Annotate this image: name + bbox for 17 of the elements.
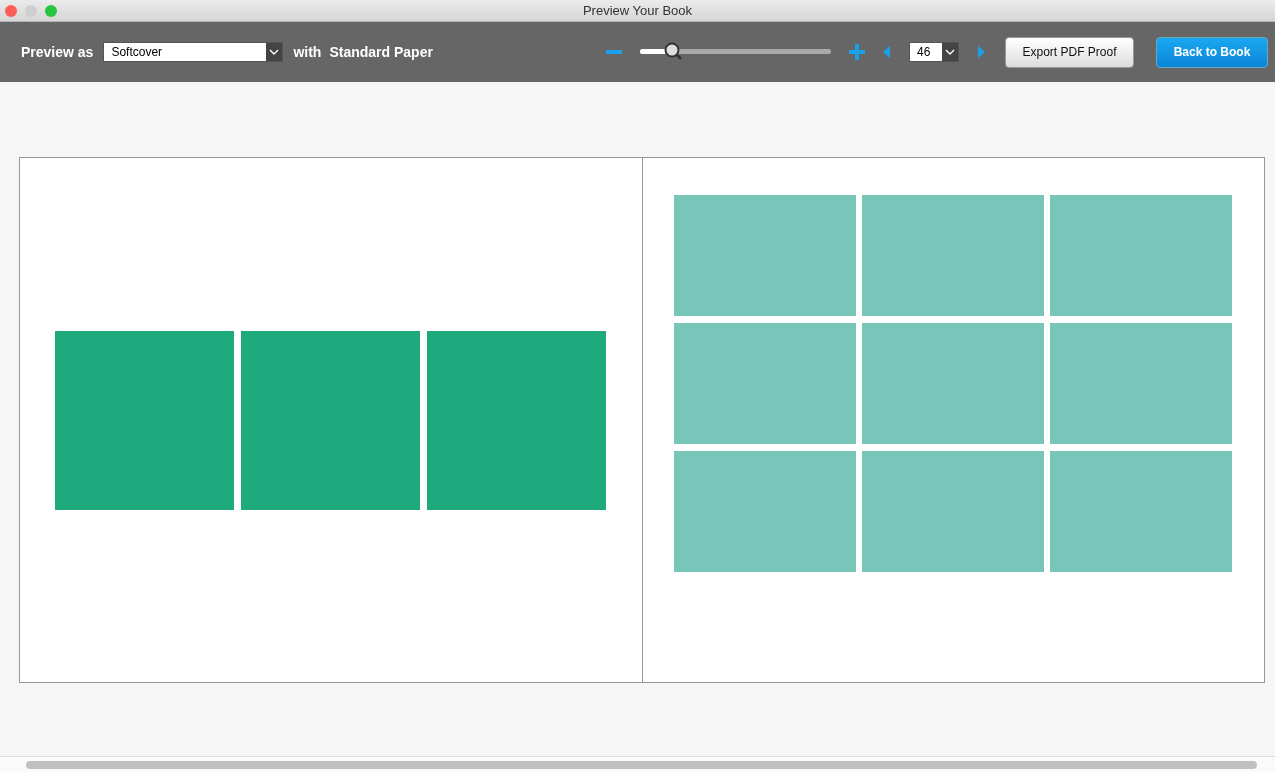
close-button[interactable] bbox=[5, 5, 17, 17]
with-label: with bbox=[293, 44, 322, 60]
previous-page-icon[interactable] bbox=[883, 46, 891, 58]
zoom-button[interactable] bbox=[45, 5, 57, 17]
window-title: Preview Your Book bbox=[582, 3, 693, 18]
export-button[interactable]: Export PDF Proof bbox=[1005, 36, 1134, 68]
caret-icon bbox=[269, 49, 280, 55]
page-dropdown[interactable]: 46 bbox=[909, 42, 959, 62]
preview-label: Preview as bbox=[21, 44, 94, 60]
caret-icon bbox=[945, 49, 955, 55]
next-page-icon[interactable] bbox=[977, 46, 985, 58]
scrollbar[interactable] bbox=[26, 760, 1257, 769]
zoom-in-icon[interactable] bbox=[849, 44, 865, 60]
minimize-button[interactable] bbox=[25, 5, 37, 17]
paper-label: Standard Paper bbox=[329, 44, 433, 60]
format-dropdown[interactable]: Softcover bbox=[103, 42, 284, 62]
zoom-slider[interactable] bbox=[640, 42, 831, 62]
